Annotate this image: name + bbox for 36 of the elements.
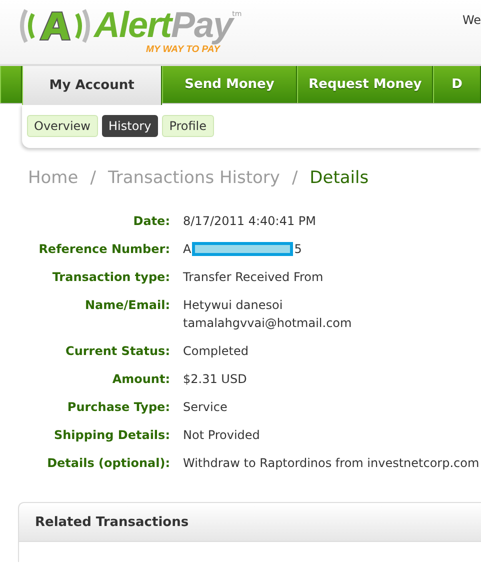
field-label: Amount: <box>111 371 170 388</box>
nav-tab[interactable]: D <box>433 66 481 103</box>
nav-tab[interactable]: Send Money <box>162 66 298 103</box>
field-label: Purchase Type: <box>66 399 170 416</box>
field-value: Withdraw to Raptordinos from investnetcorp.com <box>183 455 480 472</box>
nav-tab[interactable]: Request Money <box>297 66 434 103</box>
field-label: Details (optional): <box>46 455 170 472</box>
field-value: Hetywui danesoi <box>183 297 284 314</box>
field-label: Transaction type: <box>51 269 170 286</box>
field-value: Completed <box>183 343 250 360</box>
breadcrumb-separator: / <box>292 168 298 188</box>
field-value: 8/17/2011 4:40:41 PM <box>183 213 318 230</box>
logo-wordmark: AlertPay <box>94 6 232 44</box>
sub-tab[interactable]: Overview <box>27 115 98 137</box>
breadcrumb-link[interactable]: Home <box>28 168 78 188</box>
field-value: Not Provided <box>183 427 261 444</box>
breadcrumb-link[interactable]: Transactions History <box>108 168 280 188</box>
field-label: Date: <box>132 213 170 230</box>
field-value: 5 <box>294 241 302 258</box>
field-label: Name/Email: <box>84 297 170 314</box>
logo-icon <box>18 6 92 46</box>
greeting-text: We <box>462 13 481 27</box>
breadcrumb-separator: / <box>90 168 96 188</box>
sub-tab[interactable]: History <box>102 115 158 137</box>
field-value: $2.31 USD <box>183 371 248 388</box>
field-value: A <box>183 241 192 258</box>
field-label: Current Status: <box>64 343 170 360</box>
field-label: Shipping Details: <box>52 427 170 444</box>
field-label: Reference Number: <box>38 241 170 258</box>
panel-title: Related Transactions <box>35 514 189 530</box>
field-value: Transfer Received From <box>183 269 324 286</box>
field-value: Service <box>183 399 228 416</box>
nav-tab[interactable]: My Account <box>22 66 162 105</box>
field-value: tamalahgvvai@hotmail.com <box>183 315 353 332</box>
sub-tab[interactable]: Profile <box>162 115 214 137</box>
logo-tagline: MY WAY TO PAY <box>146 44 220 55</box>
